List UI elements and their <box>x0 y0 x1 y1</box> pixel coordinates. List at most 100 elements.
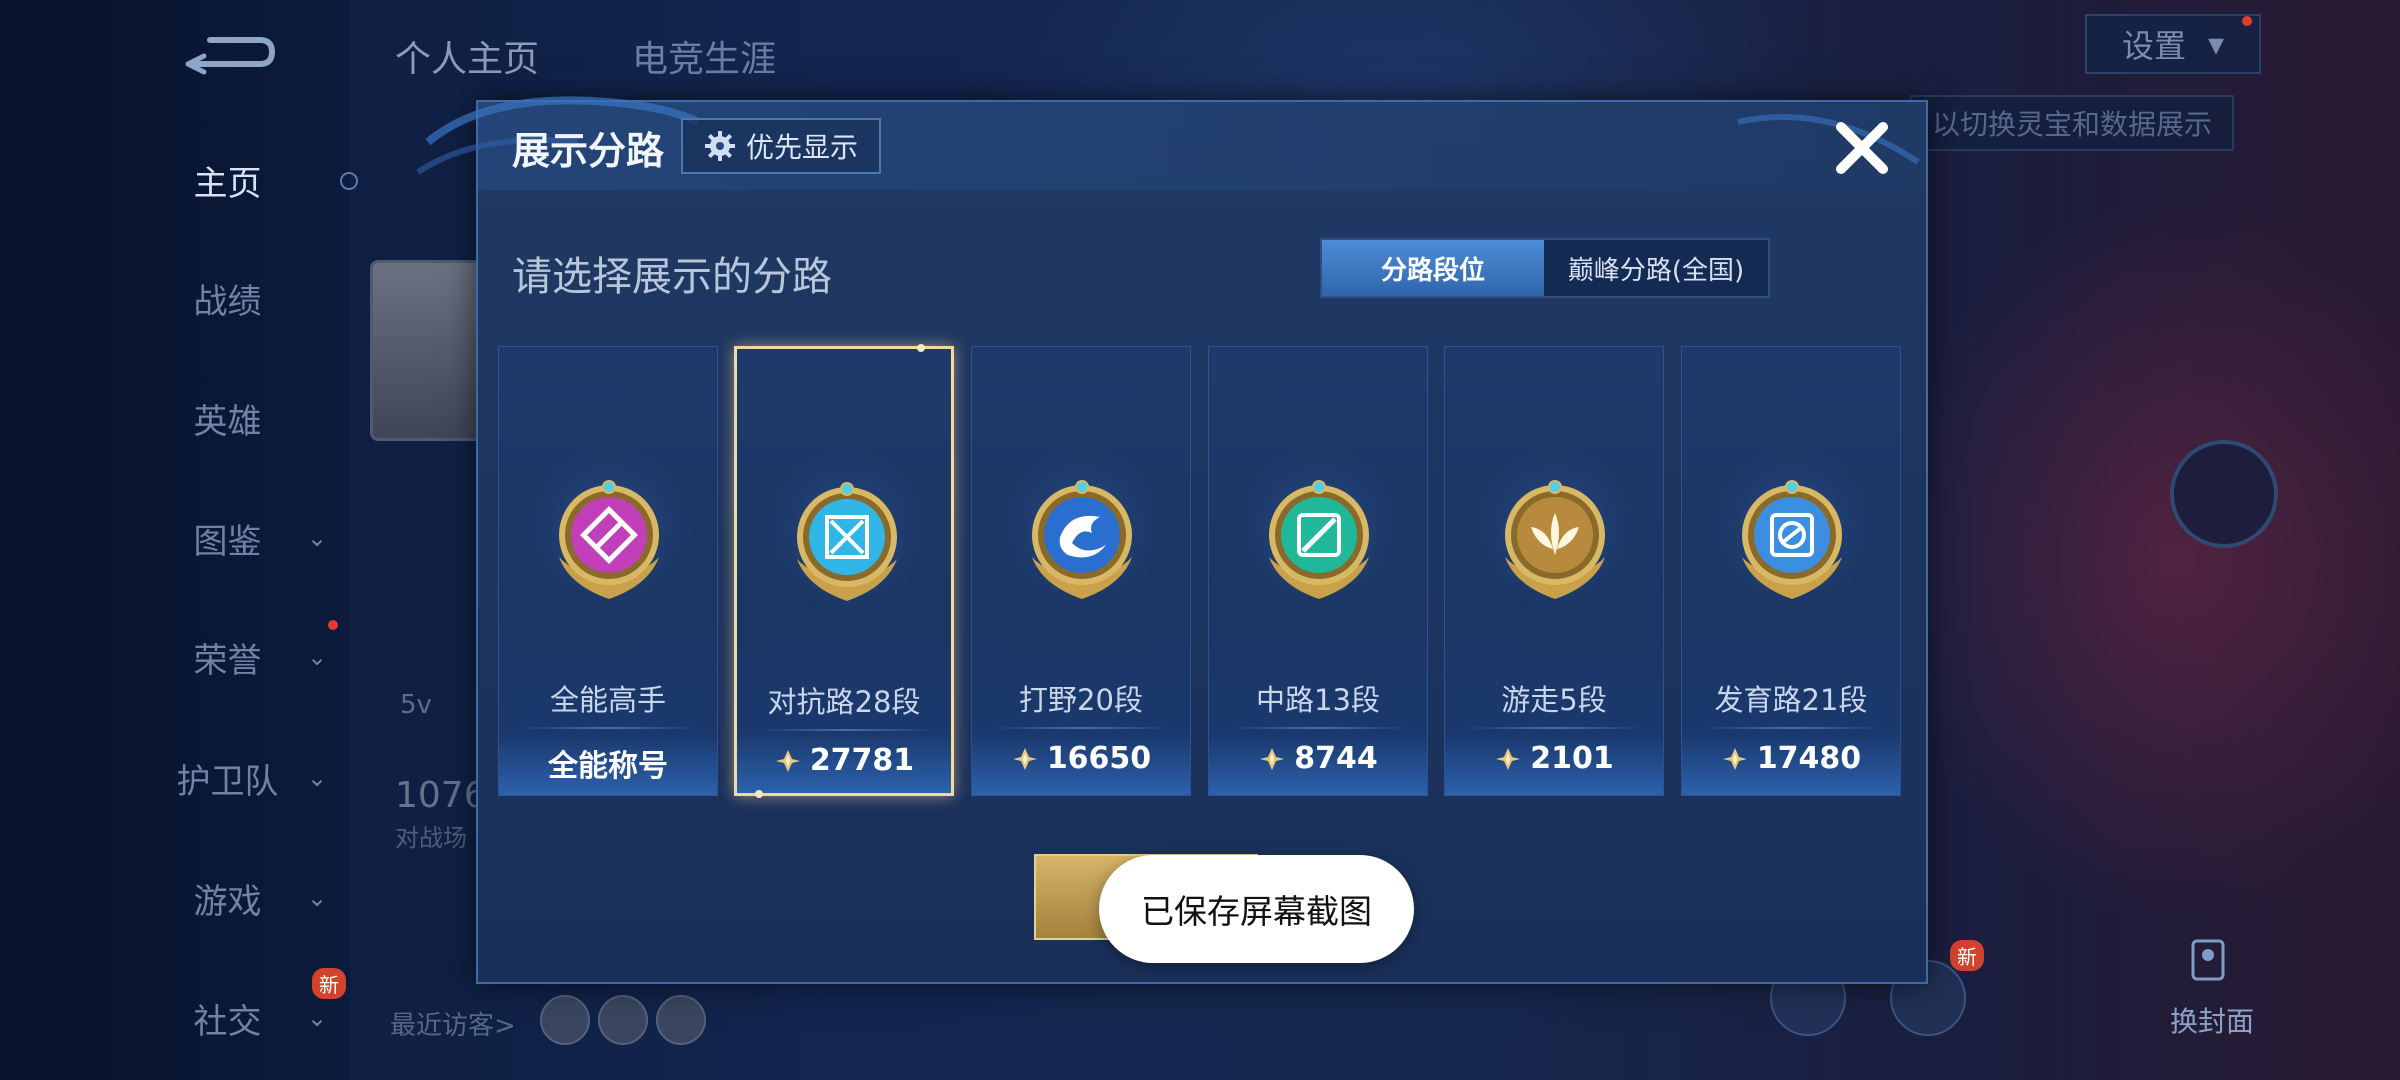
lane-name: 游走5段 <box>1501 683 1607 717</box>
visitor-avatar[interactable] <box>598 995 648 1045</box>
settings-label: 设置 <box>2121 27 2186 65</box>
score-value: 全能称号 <box>548 749 668 784</box>
score-value: 27781 <box>809 743 915 778</box>
sidebar-item[interactable]: 游戏 ⌄ <box>150 868 350 928</box>
visitor-avatar[interactable] <box>656 995 706 1045</box>
sidebar: 主页战绩英雄图鉴 ⌄ 荣誉 ⌄ 护卫队 ⌄ 游戏 ⌄ 社交 ⌄ 新 <box>0 0 358 1080</box>
close-icon <box>1836 122 1888 174</box>
tab-peak-lane[interactable]: 巅峰分路(全国) <box>1544 240 1768 296</box>
score-value: 17480 <box>1756 741 1862 776</box>
lane-display-modal: 展示分路 优先显示 请选择展示的分路 分路段位 巅峰分路(全国) 全能高手全能称… <box>416 96 1928 984</box>
chevron-down-icon: ▾ <box>2207 25 2225 63</box>
points-icon <box>1722 747 1747 770</box>
sidebar-item-label: 护卫队 <box>176 761 279 802</box>
mid-lane-badge-icon <box>1269 480 1369 599</box>
modal-subtitle: 请选择展示的分路 <box>512 254 832 300</box>
change-cover-button[interactable]: 换封面 <box>2170 1000 2254 1040</box>
sidebar-item-label: 英雄 <box>193 401 262 442</box>
clash-lane-badge-icon <box>797 482 897 601</box>
divider <box>1229 727 1409 729</box>
sidebar-item-label: 图鉴 <box>193 521 262 562</box>
level-label: 5v <box>400 690 432 720</box>
tab-lane-rank[interactable]: 分路段位 <box>1322 240 1544 296</box>
lane-card[interactable]: 对抗路28段 27781 <box>734 344 954 798</box>
new-badge: 新 <box>1950 940 1984 971</box>
lane-name: 全能高手 <box>549 683 666 717</box>
lane-score: 17480 <box>1682 741 1900 776</box>
back-arrow-icon[interactable] <box>180 30 280 80</box>
rank-value: 1076 <box>395 775 487 816</box>
lane-card[interactable]: 游走5段 2101 <box>1444 346 1664 796</box>
allround-badge-icon <box>559 480 659 599</box>
modal-title: 展示分路 <box>512 129 665 173</box>
character-portrait[interactable] <box>2170 440 2278 548</box>
divider <box>1465 727 1645 729</box>
sidebar-item[interactable]: 护卫队 ⌄ <box>150 748 350 808</box>
header-swirl-decoration <box>1737 114 1920 165</box>
segment-control: 分路段位 巅峰分路(全国) <box>1320 238 1770 298</box>
sidebar-item-label: 社交 <box>193 1001 262 1042</box>
jungle-badge-icon <box>1032 480 1132 599</box>
sidebar-item[interactable]: 荣誉 ⌄ <box>150 627 350 687</box>
tab-personal-home[interactable]: 个人主页 <box>395 30 539 82</box>
lane-name: 打野20段 <box>1019 683 1143 717</box>
new-badge: 新 <box>312 968 346 999</box>
lane-score: 16650 <box>972 741 1190 776</box>
notification-dot <box>328 620 338 630</box>
lane-score: 8744 <box>1209 741 1427 776</box>
notification-dot <box>2242 16 2252 26</box>
chevron-down-icon: ⌄ <box>307 524 328 552</box>
selection-corner-dot <box>917 344 925 352</box>
lane-score: 27781 <box>737 743 951 778</box>
sidebar-item[interactable]: 战绩 <box>150 268 350 328</box>
points-icon <box>1496 747 1521 770</box>
score-value: 8744 <box>1294 741 1378 776</box>
gear-icon <box>704 131 735 161</box>
tab-esports-career[interactable]: 电竞生涯 <box>632 30 776 82</box>
visitor-avatar[interactable] <box>540 995 590 1045</box>
sidebar-item-label: 战绩 <box>193 281 262 322</box>
hint-text: 以切换灵宝和数据展示 <box>1910 95 2234 151</box>
chevron-down-icon: ⌄ <box>307 643 328 671</box>
score-value: 16650 <box>1046 741 1152 776</box>
active-indicator <box>340 172 358 190</box>
sidebar-item-label: 主页 <box>193 163 262 204</box>
lane-score: 2101 <box>1445 741 1663 776</box>
points-icon <box>1260 747 1285 770</box>
points-icon <box>775 749 800 772</box>
sidebar-item[interactable]: 英雄 <box>150 388 350 448</box>
lane-card[interactable]: 发育路21段 17480 <box>1681 346 1901 796</box>
chevron-down-icon: ⌄ <box>307 884 328 912</box>
lane-score: 全能称号 <box>499 741 717 785</box>
lane-card[interactable]: 打野20段 16650 <box>971 346 1191 796</box>
sidebar-item[interactable]: 图鉴 ⌄ <box>150 508 350 568</box>
score-value: 2101 <box>1530 741 1614 776</box>
farm-lane-badge-icon <box>1742 480 1842 599</box>
lane-name: 对抗路28段 <box>767 685 921 719</box>
close-button[interactable] <box>1830 116 1894 180</box>
points-icon <box>1012 747 1037 770</box>
sidebar-item-label: 游戏 <box>193 881 262 922</box>
settings-button[interactable]: 设置 ▾ <box>2085 14 2261 74</box>
cover-icon <box>2191 939 2225 981</box>
lane-card-list: 全能高手 全能称号 对抗路28段 27781 打野20段 16650 中路13段 8744 游走… <box>498 344 1908 798</box>
divider <box>992 727 1172 729</box>
lane-card[interactable]: 全能高手 全能称号 <box>498 346 718 796</box>
recent-visitors-link[interactable]: 最近访客> <box>390 1005 516 1042</box>
divider <box>519 727 699 729</box>
priority-display-button[interactable]: 优先显示 <box>681 118 881 174</box>
lane-name: 发育路21段 <box>1714 683 1868 717</box>
divider <box>757 729 937 731</box>
sidebar-item-label: 荣誉 <box>193 640 262 681</box>
lane-card[interactable]: 中路13段 8744 <box>1208 346 1428 796</box>
toast-message: 已保存屏幕截图 <box>1099 855 1414 963</box>
chevron-down-icon: ⌄ <box>307 764 328 792</box>
priority-label: 优先显示 <box>745 131 858 164</box>
selection-corner-dot <box>755 790 763 798</box>
lane-name: 中路13段 <box>1256 683 1380 717</box>
chevron-down-icon: ⌄ <box>307 1004 328 1032</box>
rank-sub: 对战场 <box>395 824 467 852</box>
sidebar-item[interactable]: 主页 <box>150 150 350 210</box>
divider <box>1702 727 1882 729</box>
roam-badge-icon <box>1505 480 1605 599</box>
